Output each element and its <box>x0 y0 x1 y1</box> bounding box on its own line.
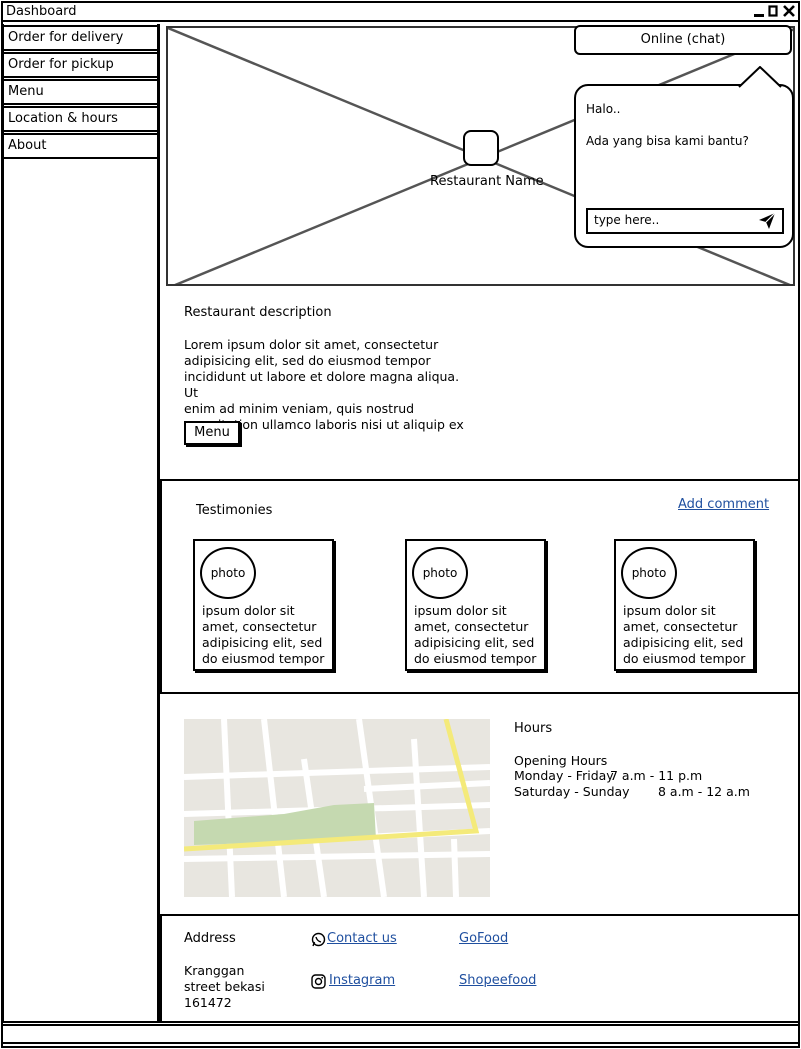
instagram-link[interactable]: Instagram <box>329 973 395 988</box>
hours-time: 8 a.m - 12 a.m <box>658 784 750 799</box>
chat-input[interactable]: type here.. <box>586 208 784 234</box>
description-title: Restaurant description <box>184 305 332 320</box>
sidebar-item-about[interactable]: About <box>2 133 159 159</box>
map-icon <box>184 719 490 897</box>
sidebar-item-order-delivery[interactable]: Order for delivery <box>2 25 159 51</box>
hours-time: 7 a.m - 11 p.m <box>610 768 703 783</box>
sidebar-item-order-pickup[interactable]: Order for pickup <box>2 52 159 78</box>
contact-us-link[interactable]: Contact us <box>327 931 397 946</box>
title-bar: Dashboard <box>2 2 798 22</box>
sidebar-item-menu[interactable]: Menu <box>2 79 159 105</box>
online-chat-button[interactable]: Online (chat) <box>574 25 792 55</box>
chat-popup: Halo.. Ada yang bisa kami bantu? type he… <box>574 84 794 248</box>
testimony-card: photo ipsum dolor sit amet, consectetur … <box>193 539 334 671</box>
send-icon[interactable] <box>758 212 776 233</box>
description-body: Lorem ipsum dolor sit amet, consectetur … <box>184 337 474 433</box>
whatsapp-icon <box>311 932 326 950</box>
sidebar-item-label: Menu <box>8 84 44 99</box>
close-icon[interactable] <box>783 5 795 20</box>
address-body: Kranggan street bekasi 161472 <box>184 963 265 1010</box>
testimony-text: ipsum dolor sit amet, consectetur adipis… <box>414 603 537 666</box>
status-bar <box>2 1024 798 1044</box>
avatar: photo <box>621 547 677 599</box>
menu-button[interactable]: Menu <box>184 421 240 445</box>
sidebar-item-label: Location & hours <box>8 111 118 126</box>
hours-title: Hours <box>514 721 553 736</box>
avatar: photo <box>200 547 256 599</box>
add-comment-link[interactable]: Add comment <box>678 497 769 512</box>
minimize-icon[interactable] <box>754 5 765 20</box>
description-line: incididunt ut labore et dolore magna ali… <box>184 369 460 400</box>
avatar: photo <box>412 547 468 599</box>
sidebar-item-label: Order for delivery <box>8 30 124 45</box>
testimony-text: ipsum dolor sit amet, consectetur adipis… <box>623 603 746 666</box>
restaurant-name: Restaurant Name <box>430 174 544 189</box>
hours-days: Saturday - Sunday <box>514 784 630 799</box>
sidebar-item-location-hours[interactable]: Location & hours <box>2 106 159 132</box>
testimony-card: photo ipsum dolor sit amet, consectetur … <box>405 539 546 671</box>
chat-input-text: type here.. <box>594 213 660 227</box>
testimony-text: ipsum dolor sit amet, consectetur adipis… <box>202 603 325 666</box>
instagram-icon <box>311 974 326 992</box>
shopeefood-link[interactable]: Shopeefood <box>459 973 536 988</box>
hours-days: Monday - Friday <box>514 768 614 783</box>
chat-tail <box>738 66 782 88</box>
logo-placeholder <box>463 130 499 166</box>
sidebar <box>2 24 159 1023</box>
opening-hours-title: Opening Hours <box>514 753 608 768</box>
testimony-card: photo ipsum dolor sit amet, consectetur … <box>614 539 755 671</box>
sidebar-item-label: Order for pickup <box>8 57 114 72</box>
gofood-link[interactable]: GoFood <box>459 931 508 946</box>
footer: Address Kranggan street bekasi 161472 Co… <box>160 914 800 1023</box>
testimonies-title: Testimonies <box>196 503 273 518</box>
window-title: Dashboard <box>6 4 77 19</box>
description-line: Lorem ipsum dolor sit amet, consectetur <box>184 337 439 352</box>
testimonies-section: Testimonies Add comment photo ipsum dolo… <box>160 479 800 694</box>
address-title: Address <box>184 931 236 946</box>
chat-question: Ada yang bisa kami bantu? <box>586 134 749 148</box>
description-line: enim ad minim veniam, quis nostrud <box>184 401 415 416</box>
maximize-icon[interactable] <box>768 5 779 20</box>
location-map[interactable] <box>184 719 490 897</box>
chat-greeting: Halo.. <box>586 102 621 116</box>
description-line: adipisicing elit, sed do eiusmod tempor <box>184 353 431 368</box>
sidebar-item-label: About <box>8 138 47 153</box>
